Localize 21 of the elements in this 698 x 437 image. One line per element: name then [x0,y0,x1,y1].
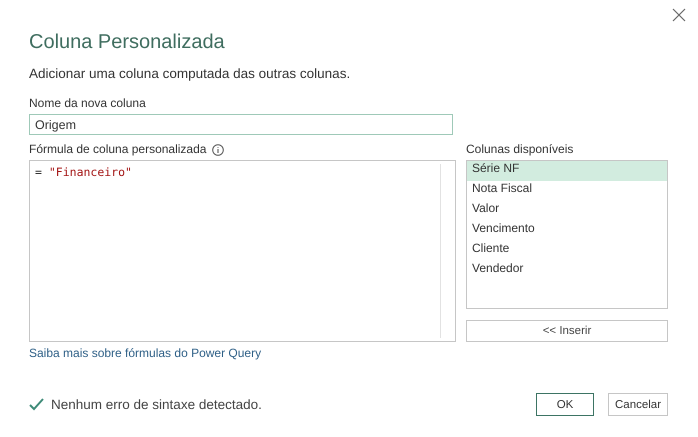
field-label: Nome da nova coluna [29,96,146,111]
help-link[interactable]: Saiba mais sobre fórmulas do Power Query [29,346,262,360]
field-label: Fórmula de coluna personalizada [29,142,206,157]
cancel-button[interactable]: Cancelar [608,393,668,416]
insert-button[interactable]: << Inserir [466,320,668,342]
dialog-title: Coluna Personalizada [29,30,226,54]
field-label: Colunas disponíveis [466,142,574,157]
info-icon[interactable] [212,144,224,156]
column-list-item[interactable]: Cliente [467,241,667,261]
column-list-item[interactable]: Vendedor [467,261,667,281]
column-list-item[interactable]: Valor [467,201,667,221]
column-list-item[interactable]: Nota Fiscal [467,181,667,201]
status-message: Nenhum erro de sintaxe detectado. [51,397,262,412]
dialog-description: Adicionar uma coluna computada das outras colunas. [29,66,352,82]
column-name-field[interactable]: Origem [29,114,453,135]
formula-editor[interactable]: = "Financeiro" [29,160,456,342]
checkmark-icon [29,398,44,411]
column-list-item[interactable]: Série NF [467,161,667,181]
close-button[interactable] [672,8,686,22]
ok-button[interactable]: OK [536,393,594,416]
column-list-item[interactable]: Vencimento [467,221,667,241]
